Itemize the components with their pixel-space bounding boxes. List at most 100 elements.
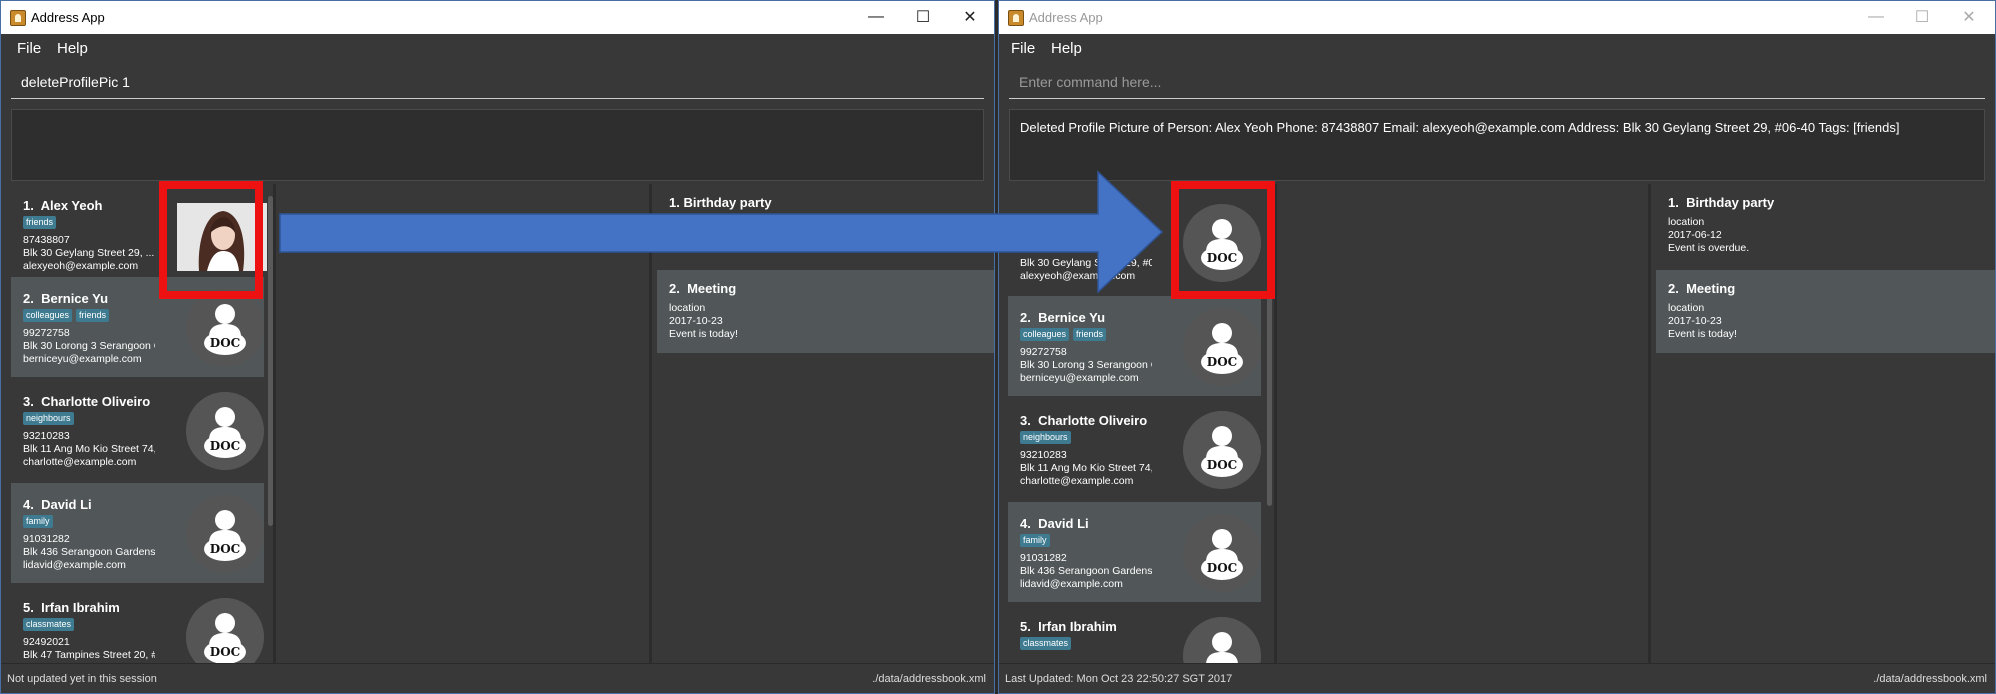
person-email: lidavid@example.com (23, 559, 126, 571)
close-button[interactable]: ✕ (953, 5, 987, 29)
event-card[interactable]: 2. Meeting location 2017-10-23 Event is … (1656, 270, 1995, 353)
default-avatar-icon: DOC (186, 289, 264, 367)
default-avatar-icon: DOC (186, 598, 264, 664)
title-bar: Address App — ☐ ✕ (999, 1, 1995, 34)
event-title: 2. Meeting (669, 281, 737, 296)
tag: classmates (23, 618, 75, 631)
event-location: location (1668, 216, 1705, 228)
avatar-label: DOC (210, 336, 240, 350)
minimize-button[interactable]: — (1859, 5, 1893, 29)
tag: family (23, 515, 53, 528)
person-card[interactable]: 2. Bernice Yu colleagues friends 99272758… (1008, 296, 1261, 396)
avatar-label: DOC (210, 439, 240, 453)
default-avatar-icon: DOC (186, 392, 264, 470)
person-name: 5. Irfan Ibrahim (1020, 619, 1117, 634)
event-title: 2. Meeting (1668, 281, 1736, 296)
highlight-box-left (159, 181, 263, 299)
event-date: 2017-10-23 (1668, 315, 1722, 327)
result-display: Deleted Profile Picture of Person: Alex … (1009, 109, 1985, 181)
event-card[interactable]: 2. Meeting location 2017-10-23 Event is … (657, 270, 994, 353)
person-email: charlotte@example.com (1020, 475, 1134, 487)
app-icon (1008, 10, 1024, 26)
default-avatar-icon (1183, 617, 1261, 664)
window-title: Address App (1029, 10, 1103, 25)
person-address: Blk 11 Ang Mo Kio Street 74, #... (1020, 462, 1152, 474)
tag: colleagues (23, 309, 73, 322)
browser-panel (1281, 184, 1648, 664)
panel-divider[interactable] (1648, 184, 1651, 664)
tag: neighbours (1020, 431, 1071, 444)
person-name: 2. Bernice Yu (1020, 310, 1106, 325)
person-card[interactable]: 4. David Li family 91031282 Blk 436 Sera… (1008, 502, 1261, 602)
event-location: location (669, 302, 706, 314)
person-card[interactable]: 5. Irfan Ibrahim classmates 92492021 Blk… (11, 586, 264, 664)
menu-bar: File Help (999, 34, 1995, 64)
person-card[interactable]: 4. David Li family 91031282 Blk 436 Sera… (11, 483, 264, 583)
maximize-button[interactable]: ☐ (906, 5, 940, 29)
menu-help[interactable]: Help (57, 40, 88, 57)
person-address: Blk 436 Serangoon Gardens Str... (23, 546, 155, 558)
person-address: Blk 30 Lorong 3 Serangoon Gar... (23, 340, 155, 352)
default-avatar-icon: DOC (1183, 308, 1261, 386)
person-phone: 87438807 (23, 234, 70, 246)
person-phone: 91031282 (23, 533, 70, 545)
event-status: Event is overdue. (1668, 242, 1750, 254)
command-box[interactable]: deleteProfilePic 1 (11, 67, 984, 99)
person-name: 3. Charlotte Oliveiro (1020, 413, 1148, 428)
tag: family (1020, 534, 1050, 547)
avatar-label: DOC (1207, 458, 1237, 472)
status-sync: Not updated yet in this session (7, 673, 157, 685)
event-card[interactable]: 1. Birthday party (657, 184, 994, 267)
minimize-button[interactable]: — (859, 5, 893, 29)
highlight-box-right (1171, 181, 1275, 299)
person-address: Blk 30 Geylang Street 29, #06-40 (1020, 257, 1152, 269)
person-address: Blk 47 Tampines Street 20, #17-... (23, 649, 155, 661)
browser-panel (282, 184, 648, 664)
panel-divider[interactable] (273, 184, 276, 664)
left-window: Address App — ☐ ✕ File Help deleteProfil… (0, 0, 995, 694)
person-phone: 99272758 (1020, 346, 1067, 358)
event-date: 2017-10-23 (669, 315, 723, 327)
status-bar: Not updated yet in this session ./data/a… (1, 663, 994, 693)
person-phone: 92492021 (23, 636, 70, 648)
right-window: Address App — ☐ ✕ File Help Enter comman… (998, 0, 1996, 694)
person-name: 2. Bernice Yu (23, 291, 109, 306)
person-card[interactable]: 3. Charlotte Oliveiro neighbours 9321028… (11, 380, 264, 480)
tag: classmates (1020, 637, 1072, 650)
event-card[interactable]: 1. Birthday party location 2017-06-12 Ev… (1656, 184, 1995, 267)
person-name: 4. David Li (1020, 516, 1089, 531)
default-avatar-icon: DOC (186, 495, 264, 573)
person-card[interactable]: 3. Charlotte Oliveiro neighbours 9321028… (1008, 399, 1261, 499)
close-button[interactable]: ✕ (1952, 5, 1986, 29)
menu-bar: File Help (1, 34, 994, 64)
maximize-button[interactable]: ☐ (1905, 5, 1939, 29)
command-box[interactable]: Enter command here... (1009, 67, 1985, 99)
tag: colleagues (1020, 328, 1070, 341)
event-title: 1. Birthday party (1668, 195, 1775, 210)
event-location: location (1668, 302, 1705, 314)
person-phone: 93210283 (1020, 449, 1067, 461)
person-name: 3. Charlotte Oliveiro (23, 394, 151, 409)
avatar-label: DOC (210, 542, 240, 556)
command-input[interactable]: Enter command here... (1019, 74, 1161, 90)
command-input[interactable]: deleteProfilePic 1 (21, 74, 130, 90)
title-bar: Address App — ☐ ✕ (1, 1, 994, 34)
tag: friends (1073, 328, 1107, 341)
status-sync: Last Updated: Mon Oct 23 22:50:27 SGT 20… (1005, 673, 1233, 685)
status-bar: Last Updated: Mon Oct 23 22:50:27 SGT 20… (999, 663, 1995, 693)
event-date: 2017-06-12 (1668, 229, 1722, 241)
default-avatar-icon: DOC (1183, 411, 1261, 489)
panel-divider[interactable] (649, 184, 652, 664)
result-text: Deleted Profile Picture of Person: Alex … (1020, 120, 1900, 135)
result-display (11, 109, 984, 181)
event-status: Event is today! (1668, 328, 1737, 340)
avatar-label: DOC (1207, 355, 1237, 369)
person-card[interactable]: 5. Irfan Ibrahim classmates (1008, 605, 1261, 664)
menu-help[interactable]: Help (1051, 40, 1082, 57)
status-save-location: ./data/addressbook.xml (1873, 673, 1987, 685)
menu-file[interactable]: File (1011, 40, 1035, 57)
event-list-panel[interactable]: 1. Birthday party location 2017-06-12 Ev… (1656, 184, 1995, 664)
window-title: Address App (31, 10, 105, 25)
menu-file[interactable]: File (17, 40, 41, 57)
event-list-panel[interactable]: 1. Birthday party 2. Meeting location 20… (657, 184, 994, 664)
